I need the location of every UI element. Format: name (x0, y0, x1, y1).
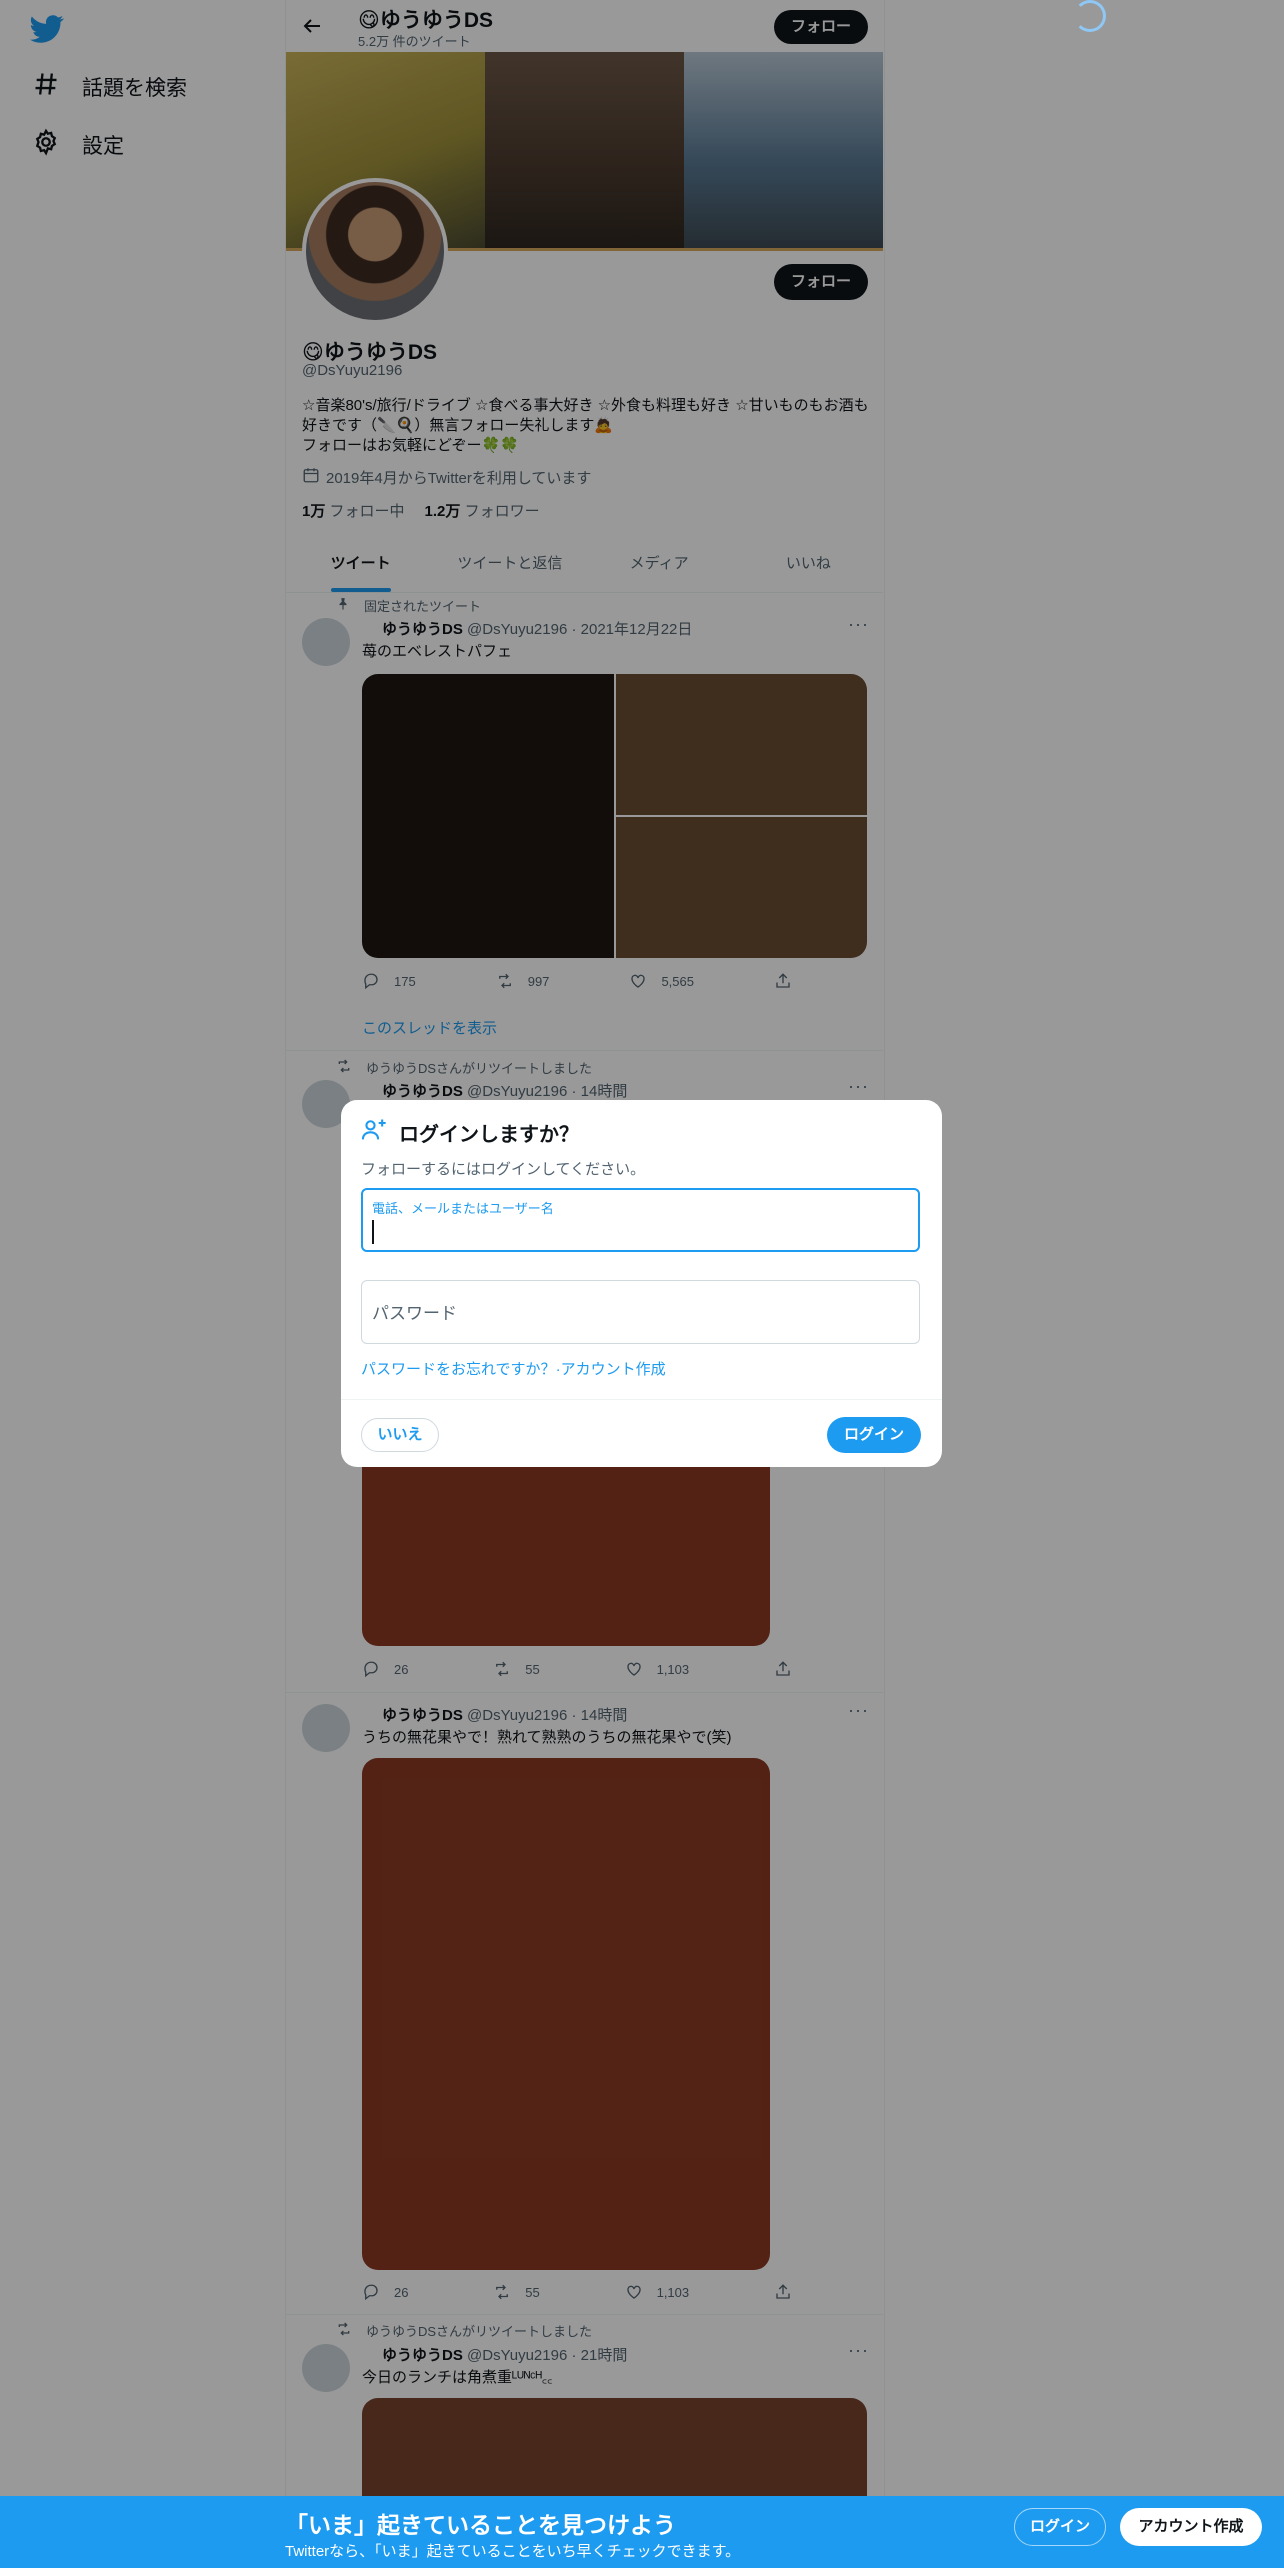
dialog-links: パスワードをお忘れですか？·アカウント作成 (361, 1358, 666, 1379)
dialog-subtitle: フォローするにはログインしてください。 (361, 1161, 646, 1178)
no-button[interactable]: いいえ (361, 1418, 439, 1452)
signup-banner: 「いま」起きていることを見つけよう Twitterなら、「いま」起きていることを… (0, 2496, 1284, 2568)
banner-title: 「いま」起きていることを見つけよう (285, 2512, 676, 2538)
dialog-title: ログインしますか？ (399, 1124, 579, 1146)
loading-spinner-icon (1074, 0, 1106, 32)
banner-login-button[interactable]: ログイン (1014, 2508, 1106, 2546)
banner-subtitle: Twitterなら、「いま」起きていることをいち早くチェックできます。 (285, 2543, 741, 2560)
password-placeholder: パスワード (372, 1304, 457, 1323)
login-button[interactable]: ログイン (827, 1417, 921, 1453)
banner-signup-button[interactable]: アカウント作成 (1120, 2508, 1262, 2546)
signup-link[interactable]: アカウント作成 (561, 1361, 666, 1378)
username-label: 電話、メールまたはユーザー名 (372, 1201, 554, 1216)
password-field[interactable]: パスワード (361, 1280, 920, 1344)
username-field[interactable]: 電話、メールまたはユーザー名 (361, 1188, 920, 1252)
dialog-divider (341, 1399, 942, 1400)
forgot-password-link[interactable]: パスワードをお忘れですか？ (361, 1361, 556, 1378)
login-dialog: ログインしますか？ フォローするにはログインしてください。 電話、メールまたはユ… (341, 1100, 942, 1467)
text-caret (372, 1220, 374, 1244)
add-user-icon (360, 1116, 388, 1144)
